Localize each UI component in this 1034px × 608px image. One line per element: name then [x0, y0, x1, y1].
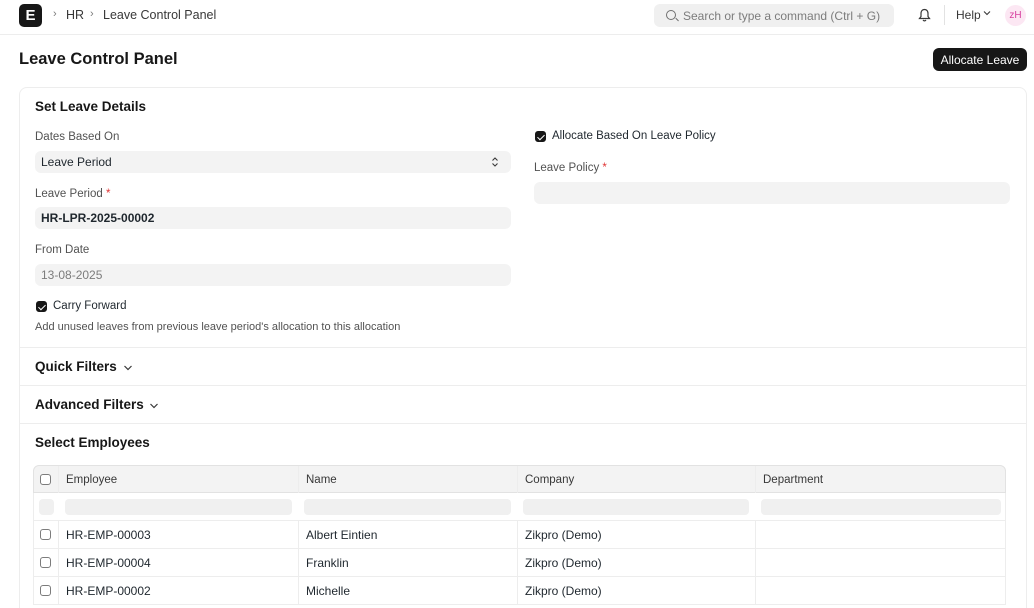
chevron-down-icon[interactable]	[123, 363, 133, 373]
chevron-down-icon[interactable]	[149, 401, 159, 411]
select-arrows-icon	[492, 157, 498, 167]
row-checkbox[interactable]	[40, 529, 51, 540]
leave-policy-field[interactable]	[534, 182, 1010, 204]
leave-period-field[interactable]: HR-LPR-2025-00002	[35, 207, 511, 229]
leave-period-label: Leave Period *	[35, 188, 110, 200]
section-title-select-employees: Select Employees	[35, 435, 150, 450]
breadcrumb-separator-icon: ›	[90, 8, 94, 20]
row-select-cell	[34, 549, 58, 576]
quick-filters-toggle[interactable]: Quick Filters	[35, 359, 117, 374]
column-header-name[interactable]: Name	[298, 466, 517, 493]
required-indicator: *	[602, 162, 607, 174]
section-title-set-leave-details: Set Leave Details	[35, 99, 147, 114]
chevron-down-icon[interactable]	[983, 9, 991, 17]
table-row[interactable]: HR-EMP-00004 Franklin Zikpro (Demo)	[33, 549, 1006, 577]
help-menu[interactable]: Help	[956, 8, 981, 22]
table-filter-row	[33, 493, 1006, 521]
required-indicator: *	[105, 188, 111, 200]
section-divider	[19, 347, 1027, 348]
dates-based-on-label: Dates Based On	[35, 131, 120, 143]
row-select-cell	[34, 577, 58, 604]
navbar-divider	[944, 5, 945, 25]
cell-department	[755, 577, 1005, 604]
leave-policy-label-text: Leave Policy	[534, 162, 600, 174]
cell-employee[interactable]: HR-EMP-00004	[58, 549, 298, 576]
leave-policy-label: Leave Policy *	[534, 162, 607, 174]
cell-company: Zikpro (Demo)	[517, 521, 755, 548]
cell-employee[interactable]: HR-EMP-00002	[58, 577, 298, 604]
name-filter-input[interactable]	[304, 499, 511, 515]
allocate-based-on-policy-checkbox[interactable]	[535, 131, 546, 142]
filter-input[interactable]	[39, 499, 54, 515]
advanced-filters-toggle[interactable]: Advanced Filters	[35, 397, 144, 412]
from-date-field[interactable]: 13-08-2025	[35, 264, 511, 286]
section-divider	[19, 423, 1027, 424]
app-logo-icon[interactable]: E	[19, 4, 42, 27]
dates-based-on-select[interactable]: Leave Period	[35, 151, 511, 173]
column-header-company[interactable]: Company	[517, 466, 755, 493]
table-row[interactable]: HR-EMP-00002 Michelle Zikpro (Demo)	[33, 577, 1006, 605]
breadcrumb-separator-icon: ›	[53, 8, 57, 20]
cell-employee[interactable]: HR-EMP-00003	[58, 521, 298, 548]
cell-name: Albert Eintien	[298, 521, 517, 548]
select-all-checkbox[interactable]	[40, 474, 51, 485]
breadcrumb-leave-control-panel[interactable]: Leave Control Panel	[103, 8, 216, 22]
navbar: E › HR › Leave Control Panel Search or t…	[0, 0, 1034, 35]
row-checkbox[interactable]	[40, 585, 51, 596]
employee-filter-input[interactable]	[65, 499, 292, 515]
column-header-employee[interactable]: Employee	[58, 466, 298, 493]
cell-name: Michelle	[298, 577, 517, 604]
search-input[interactable]: Search or type a command (Ctrl + G)	[654, 4, 894, 27]
table-header: Employee Name Company Department	[33, 465, 1006, 493]
cell-department	[755, 521, 1005, 548]
avatar[interactable]: zH	[1005, 5, 1026, 26]
row-select-cell	[34, 521, 58, 548]
breadcrumb-hr[interactable]: HR	[66, 8, 84, 22]
row-checkbox[interactable]	[40, 557, 51, 568]
carry-forward-description: Add unused leaves from previous leave pe…	[35, 321, 401, 333]
section-divider	[19, 385, 1027, 386]
carry-forward-checkbox[interactable]	[36, 301, 47, 312]
cell-department	[755, 549, 1005, 576]
cell-company: Zikpro (Demo)	[517, 577, 755, 604]
leave-period-label-text: Leave Period	[35, 188, 103, 200]
dates-based-on-value: Leave Period	[41, 155, 112, 169]
search-placeholder: Search or type a command (Ctrl + G)	[683, 9, 881, 23]
select-all-cell	[34, 466, 58, 493]
page-title: Leave Control Panel	[19, 50, 178, 68]
company-filter-input[interactable]	[523, 499, 749, 515]
table-row[interactable]: HR-EMP-00003 Albert Eintien Zikpro (Demo…	[33, 521, 1006, 549]
carry-forward-label: Carry Forward	[53, 300, 127, 312]
allocate-leave-button[interactable]: Allocate Leave	[933, 48, 1027, 71]
bell-icon[interactable]	[918, 8, 931, 23]
column-header-department[interactable]: Department	[755, 466, 1005, 493]
search-icon	[666, 10, 676, 20]
cell-company: Zikpro (Demo)	[517, 549, 755, 576]
department-filter-input[interactable]	[761, 499, 1001, 515]
allocate-based-on-policy-label: Allocate Based On Leave Policy	[552, 130, 716, 142]
from-date-label: From Date	[35, 244, 90, 256]
cell-name: Franklin	[298, 549, 517, 576]
